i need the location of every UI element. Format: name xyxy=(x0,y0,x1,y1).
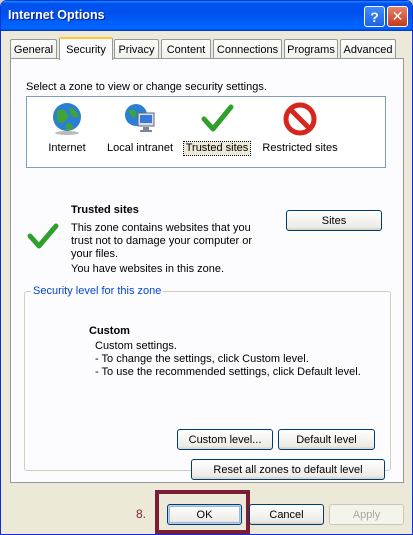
tab-label: Programs xyxy=(287,43,335,56)
zone-label: Local intranet xyxy=(106,142,174,154)
dialog-client: General Security Privacy Content Connect… xyxy=(4,31,409,532)
custom-level-button[interactable]: Custom level... xyxy=(177,429,273,450)
security-level-group: Security level for this zone Custom Cust… xyxy=(24,285,391,471)
default-level-button[interactable]: Default level xyxy=(278,429,375,450)
tab-label: Connections xyxy=(216,43,279,56)
zone-description: This zone contains websites that you tru… xyxy=(71,222,252,260)
trusted-sites-checkmark-icon xyxy=(27,223,59,249)
tab-content[interactable]: Content xyxy=(161,39,211,59)
security-level-name: Custom xyxy=(89,325,130,337)
zone-label: Internet xyxy=(48,142,86,154)
sites-button[interactable]: Sites xyxy=(286,210,382,231)
apply-label: Apply xyxy=(352,508,381,521)
security-level-title: Security level for this zone xyxy=(31,285,164,297)
title-bar[interactable]: Internet Options ? ✕ xyxy=(1,1,412,31)
zone-local-intranet[interactable]: Local intranet xyxy=(100,101,180,155)
tab-programs[interactable]: Programs xyxy=(284,39,338,59)
zone-list: Internet Local intranet Trusted sites Re… xyxy=(26,96,386,168)
tab-privacy[interactable]: Privacy xyxy=(114,39,159,59)
security-level-line: - To change the settings, click Custom l… xyxy=(95,353,309,365)
window-title: Internet Options xyxy=(8,8,105,22)
cancel-button[interactable]: Cancel xyxy=(249,504,324,525)
tab-advanced[interactable]: Advanced xyxy=(340,39,396,59)
zone-trusted-sites[interactable]: Trusted sites xyxy=(177,101,257,156)
close-button[interactable]: ✕ xyxy=(387,6,408,27)
checkmark-icon xyxy=(201,104,234,132)
zone-title: Trusted sites xyxy=(71,204,139,216)
zone-instruction: Select a zone to view or change security… xyxy=(26,81,267,93)
tab-general[interactable]: General xyxy=(10,39,57,59)
globe-icon xyxy=(53,103,81,135)
security-level-line: - To use the recommended settings, click… xyxy=(95,366,361,378)
apply-button[interactable]: Apply xyxy=(329,504,404,525)
reset-all-zones-label: Reset all zones to default level xyxy=(213,463,363,476)
tab-label: Privacy xyxy=(118,43,155,56)
tab-label: Content xyxy=(166,43,206,56)
close-icon: ✕ xyxy=(391,8,404,24)
zone-label: Restricted sites xyxy=(262,142,338,154)
tab-connections[interactable]: Connections xyxy=(213,39,282,59)
restricted-icon xyxy=(283,102,317,136)
zone-restricted-sites[interactable]: Restricted sites xyxy=(260,101,340,155)
tab-security[interactable]: Security xyxy=(59,37,113,60)
reset-all-zones-button[interactable]: Reset all zones to default level xyxy=(191,459,385,480)
step-number-label: 8. xyxy=(136,507,147,521)
tab-label: Security xyxy=(66,43,106,56)
ok-label: OK xyxy=(196,508,213,521)
zone-status: You have websites in this zone. xyxy=(71,263,225,275)
security-level-line: Custom settings. xyxy=(95,340,177,352)
help-button[interactable]: ? xyxy=(364,6,385,27)
internet-options-window: Internet Options ? ✕ General Security Pr… xyxy=(0,0,413,535)
tab-label: General xyxy=(13,43,54,56)
sites-button-label: Sites xyxy=(321,214,347,227)
custom-level-label: Custom level... xyxy=(188,433,262,446)
tab-label: Advanced xyxy=(343,43,393,56)
ok-button[interactable]: OK xyxy=(167,504,242,525)
intranet-icon xyxy=(125,104,155,132)
default-level-label: Default level xyxy=(296,433,357,446)
cancel-label: Cancel xyxy=(269,508,304,521)
zone-label: Trusted sites xyxy=(182,141,252,156)
help-icon: ? xyxy=(370,8,379,25)
zone-internet[interactable]: Internet xyxy=(27,101,107,155)
security-panel: Select a zone to view or change security… xyxy=(10,58,404,483)
